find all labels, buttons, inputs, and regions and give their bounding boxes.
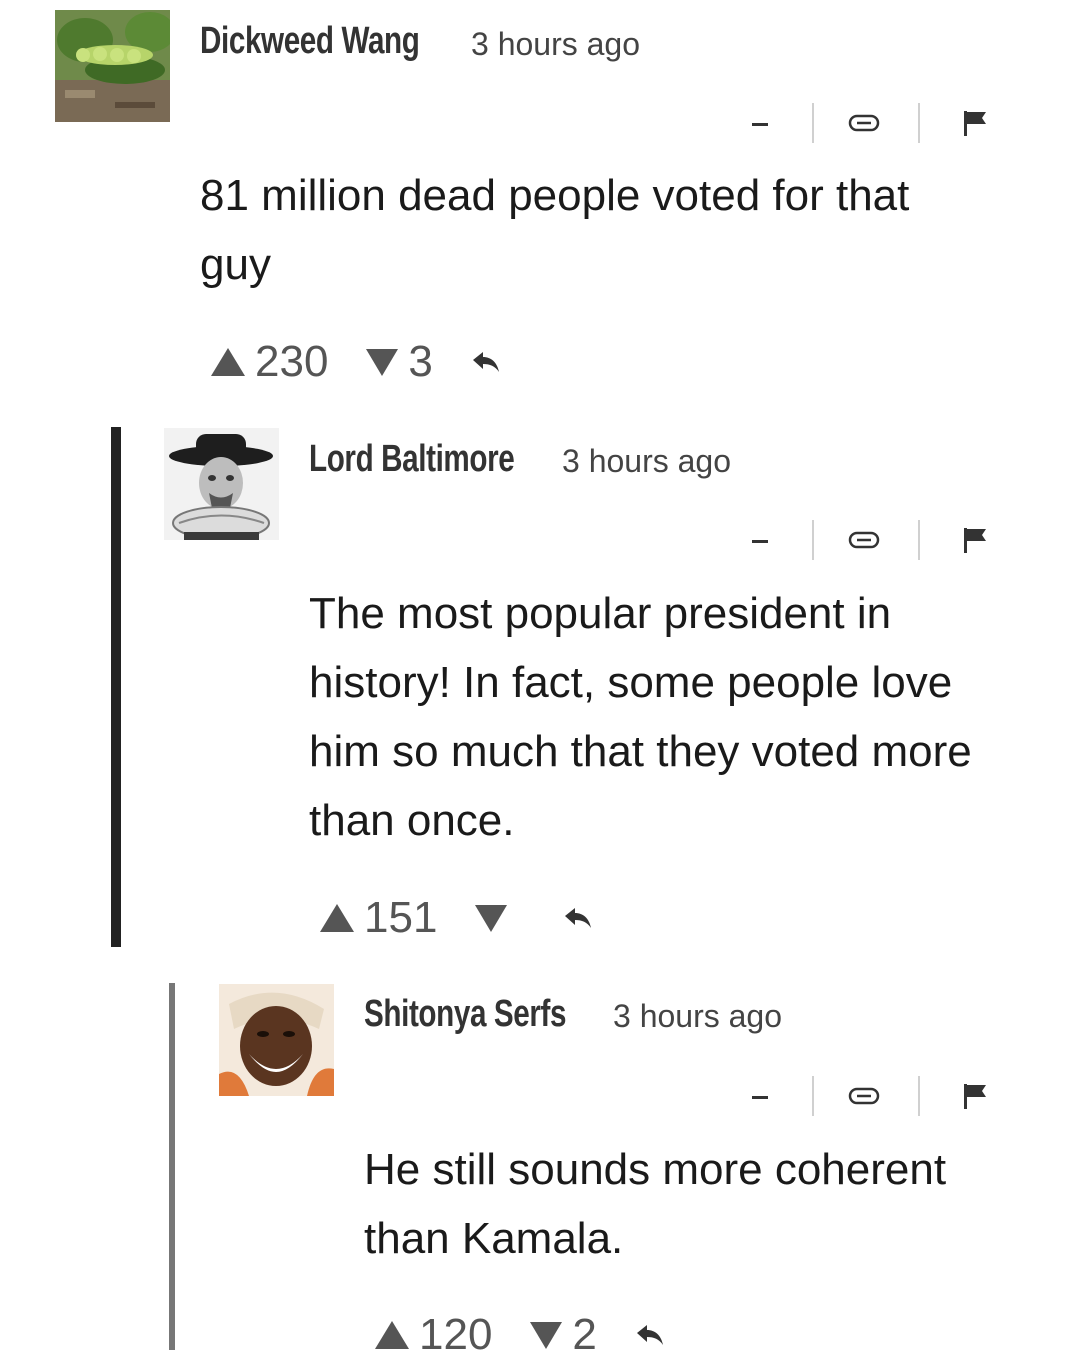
author-name[interactable]: Dickweed Wang [200, 20, 420, 63]
avatar[interactable] [219, 984, 334, 1096]
downvote-icon[interactable] [530, 1321, 563, 1349]
smiling-woman-illustration-icon [219, 984, 334, 1096]
comment-body: 81 million dead people voted for that gu… [200, 171, 910, 289]
portrait-engraving-icon [164, 428, 279, 540]
upvote-icon[interactable] [211, 348, 245, 376]
comment-body: The most popular president in history! I… [309, 589, 972, 845]
collapse-icon[interactable] [752, 1096, 768, 1099]
link-icon[interactable] [848, 1086, 880, 1106]
author-name[interactable]: Lord Baltimore [309, 438, 515, 481]
vote-bar: 230 3 [211, 337, 501, 387]
divider [918, 520, 920, 560]
timestamp[interactable]: 3 hours ago [613, 998, 782, 1035]
collapse-icon[interactable] [752, 123, 768, 126]
timestamp[interactable]: 3 hours ago [471, 26, 640, 63]
collapse-icon[interactable] [752, 540, 768, 543]
comment-actions [752, 103, 992, 143]
divider [812, 520, 814, 560]
comment-actions [752, 1076, 992, 1116]
author-name[interactable]: Shitonya Serfs [364, 993, 566, 1036]
divider [812, 1076, 814, 1116]
timestamp[interactable]: 3 hours ago [562, 443, 731, 480]
downvote-count: 3 [408, 337, 433, 386]
reply-icon[interactable] [471, 350, 501, 374]
flag-icon[interactable] [962, 526, 988, 554]
downvote-count: 2 [572, 1310, 597, 1359]
flag-icon[interactable] [962, 1082, 988, 1110]
avatar[interactable] [164, 428, 279, 540]
vote-bar: 151 [320, 893, 593, 943]
upvote-icon[interactable] [320, 904, 354, 932]
reply-icon[interactable] [563, 906, 593, 930]
divider [812, 103, 814, 143]
link-icon[interactable] [848, 530, 880, 550]
divider [918, 103, 920, 143]
avatar[interactable] [55, 10, 170, 122]
divider [918, 1076, 920, 1116]
thread-line[interactable] [169, 983, 175, 1350]
thread-line[interactable] [111, 427, 121, 947]
upvote-count: 151 [364, 893, 438, 942]
upvote-count: 230 [255, 337, 329, 386]
comment-actions [752, 520, 992, 560]
comment-body: He still sounds more coherent than Kamal… [364, 1145, 947, 1263]
downvote-icon[interactable] [366, 348, 399, 376]
link-icon[interactable] [848, 113, 880, 133]
upvote-count: 120 [419, 1310, 493, 1359]
caterpillar-photo-icon [55, 10, 170, 122]
upvote-icon[interactable] [375, 1321, 409, 1349]
downvote-icon[interactable] [475, 904, 508, 932]
flag-icon[interactable] [962, 109, 988, 137]
vote-bar: 120 2 [375, 1310, 665, 1360]
reply-icon[interactable] [635, 1323, 665, 1347]
